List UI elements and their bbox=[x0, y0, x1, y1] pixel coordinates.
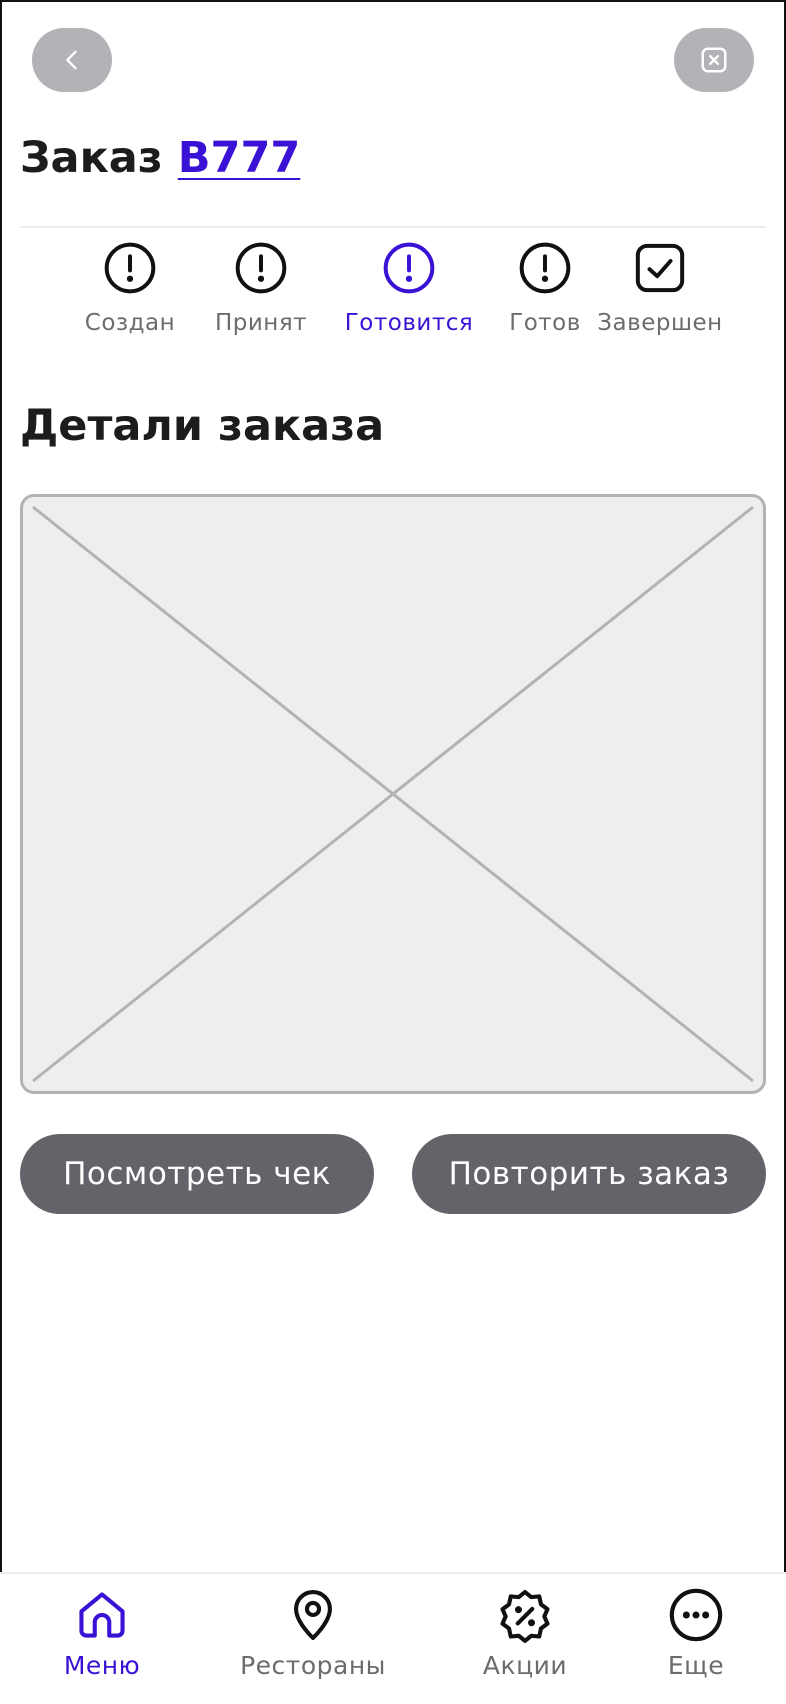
repeat-order-button[interactable]: Повторить заказ bbox=[412, 1134, 766, 1214]
alert-circle-icon bbox=[519, 242, 571, 294]
alert-circle-icon bbox=[383, 242, 435, 294]
nav-item-menu[interactable]: Меню bbox=[17, 1586, 187, 1682]
more-horizontal-icon bbox=[669, 1588, 723, 1642]
order-details-title: Детали заказа bbox=[20, 401, 385, 451]
back-button[interactable] bbox=[32, 28, 112, 92]
chevron-left-icon bbox=[66, 50, 77, 70]
nav-label: Меню bbox=[63, 1651, 141, 1680]
page-title: Заказ B777 bbox=[20, 128, 300, 188]
map-pin-icon bbox=[294, 1589, 332, 1641]
nav-item-more[interactable]: Еще bbox=[611, 1586, 781, 1682]
status-step-accepted: Принят bbox=[186, 240, 336, 338]
order-image-placeholder bbox=[20, 494, 766, 1094]
divider bbox=[20, 226, 766, 228]
nav-item-restaurants[interactable]: Рестораны bbox=[228, 1586, 398, 1682]
status-step-created: Создан bbox=[55, 240, 205, 338]
image-placeholder-icon bbox=[32, 505, 754, 1083]
bottom-nav: Меню Рестораны Акции Еще bbox=[0, 1572, 786, 1704]
status-step-completed: Завершен bbox=[585, 240, 735, 338]
nav-label: Рестораны bbox=[240, 1651, 386, 1680]
alert-circle-icon bbox=[235, 242, 287, 294]
home-icon bbox=[79, 1592, 125, 1638]
check-square-icon bbox=[635, 243, 685, 293]
status-label: Принят bbox=[214, 310, 308, 336]
view-receipt-button[interactable]: Посмотреть чек bbox=[20, 1134, 374, 1214]
close-square-icon bbox=[701, 47, 727, 73]
alert-circle-icon bbox=[104, 242, 156, 294]
order-number-link[interactable]: B777 bbox=[178, 133, 301, 183]
order-title-prefix: Заказ bbox=[20, 133, 163, 183]
nav-label: Еще bbox=[667, 1651, 725, 1680]
status-label: Создан bbox=[84, 310, 176, 336]
status-label: Завершен bbox=[597, 310, 723, 336]
nav-label: Акции bbox=[482, 1651, 568, 1680]
discount-badge-icon bbox=[500, 1589, 550, 1643]
close-button[interactable] bbox=[674, 28, 754, 92]
status-step-cooking: Готовится bbox=[334, 240, 484, 338]
status-label: Готовится bbox=[344, 310, 474, 336]
nav-item-promotions[interactable]: Акции bbox=[440, 1586, 610, 1682]
